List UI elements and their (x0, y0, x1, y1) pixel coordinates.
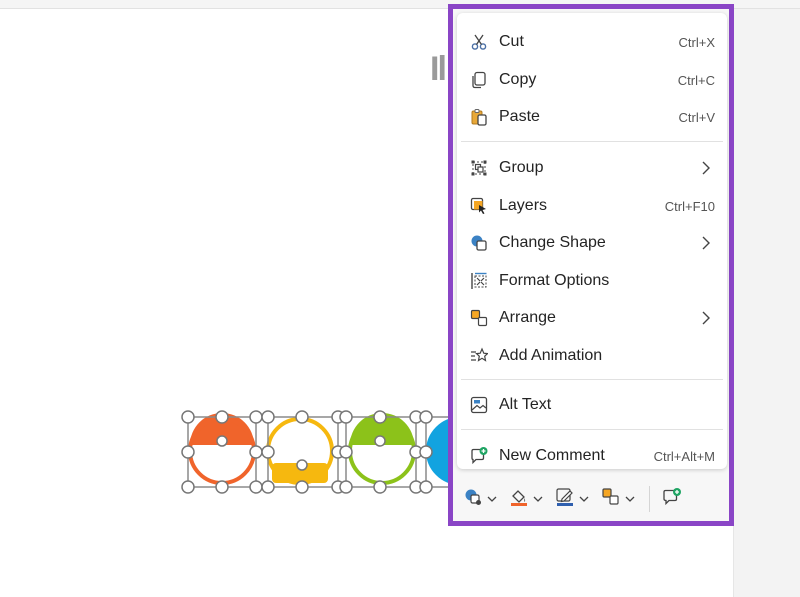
menu-item-change-shape[interactable]: Change Shape (457, 225, 727, 261)
context-menu-list: Cut Ctrl+X Copy Ctrl+C Paste Ctrl+V Grou… (457, 13, 727, 469)
menu-item-label: Copy (499, 71, 537, 88)
context-menu: Cut Ctrl+X Copy Ctrl+C Paste Ctrl+V Grou… (448, 4, 734, 526)
menu-item-label: Change Shape (499, 234, 606, 251)
pen-outline-icon (555, 487, 575, 512)
mini-toolbar (457, 481, 727, 517)
paste-icon (469, 107, 489, 127)
menu-item-label: Cut (499, 33, 524, 50)
menu-item-format-options[interactable]: Format Options (457, 263, 727, 299)
group-icon (469, 158, 489, 178)
menu-item-alt-text[interactable]: Alt Text (457, 387, 727, 423)
menu-item-group[interactable]: Group (457, 150, 727, 186)
menu-separator (461, 379, 723, 380)
chevron-down-icon (579, 490, 589, 508)
chevron-down-icon (487, 490, 497, 508)
menu-item-shortcut: Ctrl+V (678, 109, 715, 125)
shape-green-circle[interactable] (348, 413, 416, 485)
menu-separator (461, 429, 723, 430)
new-comment-icon (662, 487, 682, 512)
arrange-icon (469, 308, 489, 328)
shape-outline-button[interactable] (549, 484, 595, 514)
chevron-right-icon (701, 161, 711, 175)
chevron-right-icon (701, 311, 711, 325)
menu-item-shortcut: Ctrl+C (677, 72, 715, 88)
toolbar-separator (649, 486, 650, 512)
menu-item-shortcut: Ctrl+Alt+M (653, 448, 715, 464)
menu-item-label: Alt Text (499, 396, 552, 413)
shape-yellow-circle[interactable] (266, 417, 334, 485)
menu-item-shortcut: Ctrl+F10 (664, 198, 715, 214)
layers-icon (469, 196, 489, 216)
new-comment-icon (469, 446, 489, 466)
menu-item-shortcut: Ctrl+X (678, 34, 715, 50)
menu-separator (461, 141, 723, 142)
scissors-icon (469, 32, 489, 52)
chevron-down-icon (625, 490, 635, 508)
menu-item-layers[interactable]: Layers Ctrl+F10 (457, 188, 727, 224)
chevron-right-icon (701, 236, 711, 250)
new-comment-button[interactable] (656, 484, 688, 514)
menu-item-paste[interactable]: Paste Ctrl+V (457, 99, 727, 135)
chevron-down-icon (533, 490, 543, 508)
menu-item-new-comment[interactable]: New Comment Ctrl+Alt+M (457, 438, 727, 474)
menu-item-label: Format Options (499, 272, 610, 289)
menu-item-label: Arrange (499, 309, 556, 326)
menu-item-label: Layers (499, 197, 548, 214)
menu-item-arrange[interactable]: Arrange (457, 300, 727, 336)
change-shape-icon (469, 233, 489, 253)
image-icon (469, 395, 489, 415)
menu-item-cut[interactable]: Cut Ctrl+X (457, 24, 727, 60)
menu-item-add-animation[interactable]: Add Animation (457, 338, 727, 374)
slide-title-fragment: Il (430, 50, 447, 86)
canvas-margin (733, 9, 800, 597)
shape-styles-button[interactable] (457, 484, 503, 514)
shape-fill-button[interactable] (503, 484, 549, 514)
paint-bucket-icon (509, 487, 529, 512)
arrange-icon (601, 487, 621, 512)
format-options-icon (469, 271, 489, 291)
shape-fill-icon (463, 487, 483, 512)
menu-item-label: Group (499, 159, 544, 176)
arrange-button[interactable] (595, 484, 641, 514)
menu-item-copy[interactable]: Copy Ctrl+C (457, 62, 727, 98)
menu-item-label: Add Animation (499, 347, 603, 364)
menu-item-label: New Comment (499, 447, 605, 464)
copy-icon (469, 70, 489, 90)
menu-item-label: Paste (499, 108, 540, 125)
star-icon (469, 346, 489, 366)
